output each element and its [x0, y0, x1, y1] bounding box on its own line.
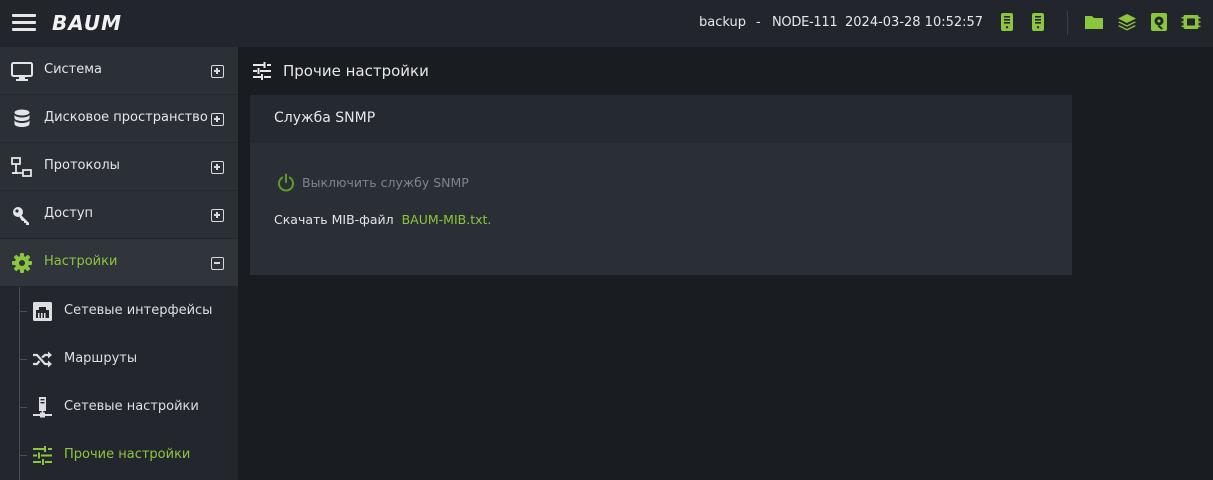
monitor-icon — [11, 62, 33, 81]
ethernet-icon — [33, 302, 52, 321]
mib-download-row: Скачать MIB-файл BAUM-MIB.txt. — [274, 212, 491, 227]
sidebar-item-system[interactable]: Система — [0, 47, 238, 95]
baum-logo[interactable]: BAUM — [52, 13, 164, 33]
sidebar-item-label: Настройки — [44, 254, 118, 269]
sidebar-item-label: Доступ — [44, 206, 94, 221]
network-icon — [11, 157, 32, 177]
folder-icon[interactable] — [1084, 12, 1104, 32]
sidebar-subitem-label: Сетевые интерфейсы — [64, 303, 213, 318]
svg-text:BAUM: BAUM — [52, 13, 122, 33]
sidebar-subitem-network-settings[interactable]: Сетевые настройки — [0, 383, 238, 431]
expand-icon[interactable] — [211, 161, 224, 174]
mib-download-link[interactable]: BAUM-MIB.txt — [402, 212, 488, 227]
sidebar-item-label: Протоколы — [44, 158, 120, 173]
sidebar: Система Дисковое пространство Протоколы … — [0, 47, 238, 480]
database-icon — [14, 109, 30, 127]
mib-download-suffix: . — [487, 212, 492, 227]
disk-icon[interactable] — [1149, 12, 1169, 32]
memory-icon[interactable] — [1181, 12, 1201, 32]
expand-icon[interactable] — [211, 65, 224, 78]
collapse-icon[interactable] — [211, 257, 224, 270]
sidebar-item-storage[interactable]: Дисковое пространство — [0, 95, 238, 143]
top-bar: BAUM backup - NODE-111 2024-03-28 10:52:… — [0, 0, 1213, 47]
settings-submenu: Сетевые интерфейсы Маршруты Сетевые наст… — [0, 287, 238, 480]
sliders-icon — [33, 446, 52, 465]
sidebar-subitem-routes[interactable]: Маршруты — [0, 335, 238, 383]
key-icon — [13, 207, 29, 225]
server-icon[interactable] — [997, 12, 1017, 32]
expand-icon[interactable] — [211, 113, 224, 126]
sidebar-item-protocols[interactable]: Протоколы — [0, 143, 238, 191]
server-icon[interactable] — [1028, 12, 1048, 32]
sidebar-subitem-label: Прочие настройки — [64, 447, 191, 462]
sidebar-item-settings[interactable]: Настройки — [0, 239, 238, 287]
sidebar-item-label: Дисковое пространство — [44, 110, 208, 125]
sidebar-subitem-network-interfaces[interactable]: Сетевые интерфейсы — [0, 287, 238, 335]
sidebar-item-access[interactable]: Доступ — [0, 191, 238, 239]
mib-download-text: Скачать MIB-файл — [274, 212, 394, 227]
node-name: NODE-111 — [772, 15, 838, 30]
header-separator: - — [756, 15, 761, 30]
panel-header: Служба SNMP — [250, 95, 1072, 143]
layers-icon[interactable] — [1117, 12, 1137, 32]
shuffle-icon — [33, 351, 52, 368]
sidebar-item-label: Система — [44, 62, 103, 77]
snmp-panel: Служба SNMP Выключить службу SNMP Скачат… — [250, 95, 1072, 275]
expand-icon[interactable] — [211, 209, 224, 222]
disable-snmp-label: Выключить службу SNMP — [302, 175, 469, 190]
gear-icon — [12, 253, 32, 273]
datetime: 2024-03-28 10:52:57 — [845, 15, 984, 30]
sidebar-subitem-other-settings[interactable]: Прочие настройки — [0, 431, 238, 479]
mode-label: backup — [699, 15, 746, 30]
divider — [1067, 11, 1068, 35]
page-title: Прочие настройки — [283, 62, 429, 80]
power-icon — [278, 173, 294, 192]
network-tower-icon — [33, 397, 52, 418]
menu-icon[interactable] — [12, 14, 36, 32]
sidebar-subitem-label: Сетевые настройки — [64, 399, 199, 414]
sliders-icon — [253, 62, 271, 80]
sidebar-subitem-label: Маршруты — [64, 351, 138, 366]
panel-title: Служба SNMP — [274, 110, 376, 126]
